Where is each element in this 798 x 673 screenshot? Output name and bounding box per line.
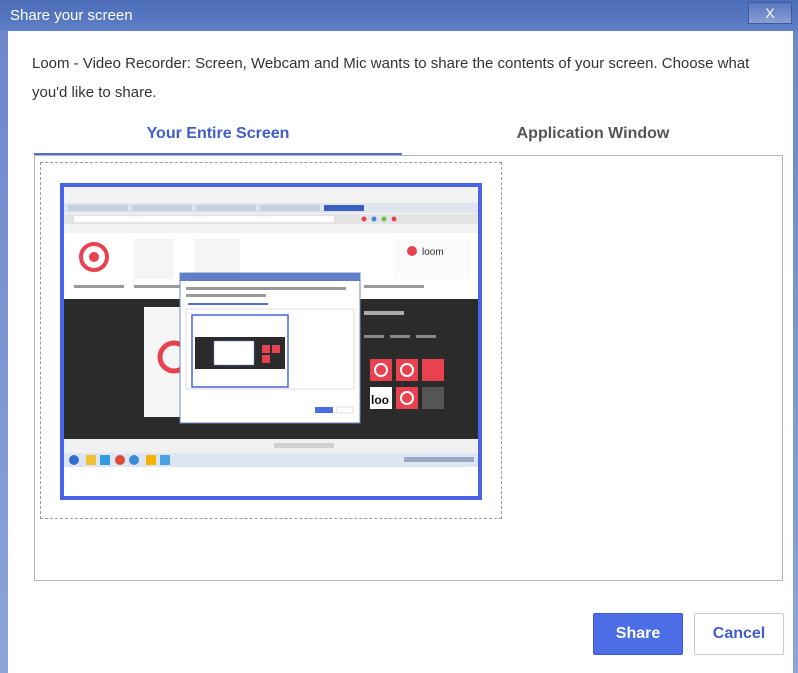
close-button[interactable]: X — [748, 2, 792, 24]
share-screen-dialog: Share your screen X Loom - Video Recorde… — [0, 0, 798, 673]
window-title: Share your screen — [10, 7, 133, 24]
title-bar: Share your screen X — [0, 0, 798, 31]
screen-thumbnail[interactable]: loom loo — [60, 183, 482, 500]
share-message: Loom - Video Recorder: Screen, Webcam an… — [32, 55, 750, 101]
window-frame-left — [0, 0, 8, 673]
tab-application-window[interactable]: Application Window — [403, 121, 783, 153]
close-icon: X — [765, 5, 775, 21]
svg-text:loom: loom — [422, 247, 444, 258]
window-frame-right — [793, 0, 798, 673]
tab-entire-screen[interactable]: Your Entire Screen — [34, 121, 402, 156]
share-button[interactable]: Share — [593, 613, 683, 655]
svg-text:loo: loo — [371, 393, 389, 407]
screen-preview-image: loom loo — [64, 187, 478, 496]
cancel-button[interactable]: Cancel — [694, 613, 784, 655]
